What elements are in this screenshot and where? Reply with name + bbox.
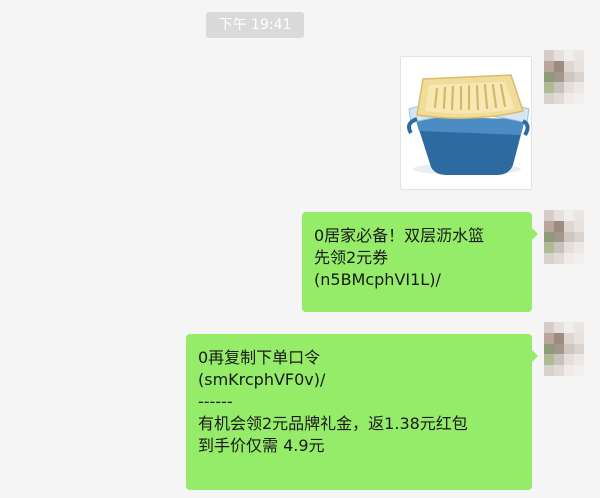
user-avatar[interactable] xyxy=(544,210,584,264)
message-text-line: 0再复制下单口令 xyxy=(198,348,321,367)
chat-message-bubble[interactable]: 0再复制下单口令 (smKrcphVF0v)/ ------ 有机会领2元品牌礼… xyxy=(186,334,538,490)
message-text-line: 0居家必备！双层沥水篮 xyxy=(314,226,485,245)
chat-message-bubble[interactable]: 0居家必备！双层沥水篮 先领2元券 (n5BMcphVI1L)/ xyxy=(302,212,538,312)
message-text-line: 到手价仅需 4.9元 xyxy=(198,436,325,455)
user-avatar[interactable] xyxy=(544,50,584,104)
colander-basket-image-icon xyxy=(407,74,530,175)
message-text-line: (n5BMcphVI1L)/ xyxy=(314,270,441,289)
message-timestamp: 下午 19:41 xyxy=(206,12,304,38)
message-text-line: ------ xyxy=(198,392,233,411)
image-message[interactable] xyxy=(400,56,532,190)
user-avatar[interactable] xyxy=(544,322,584,376)
message-text-line: (smKrcphVF0v)/ xyxy=(198,370,326,389)
message-text-line: 先领2元券 xyxy=(314,248,389,267)
message-text-line: 有机会领2元品牌礼金，返1.38元红包 xyxy=(198,414,468,433)
